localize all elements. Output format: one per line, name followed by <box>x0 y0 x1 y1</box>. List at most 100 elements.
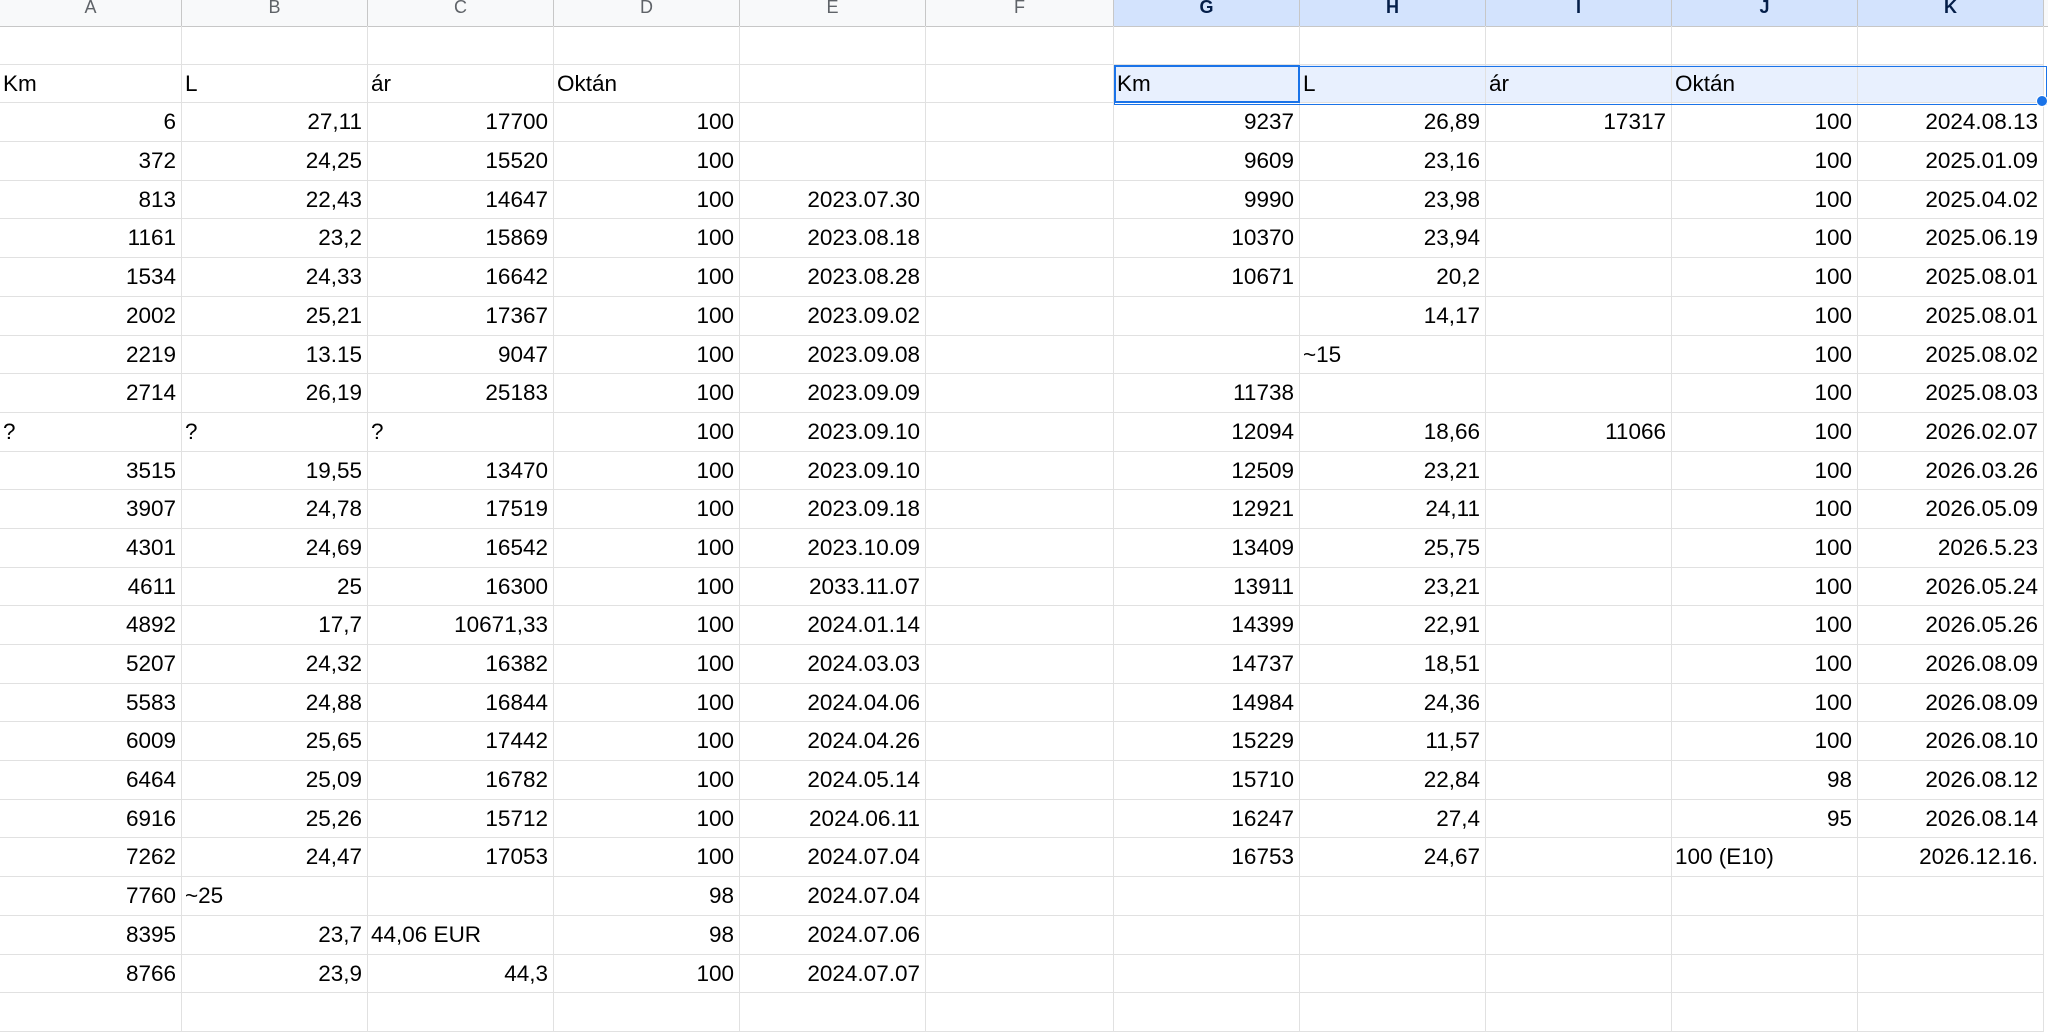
cell-g2[interactable]: Km <box>1114 64 1300 104</box>
cell-i22[interactable] <box>1486 838 1672 878</box>
cell-h13[interactable]: 24,11 <box>1300 490 1486 529</box>
cell-d15[interactable]: 100 <box>554 567 740 607</box>
cell-h15[interactable]: 23,21 <box>1300 567 1486 607</box>
cell-h14[interactable]: 25,75 <box>1300 528 1486 568</box>
cell-k8[interactable]: 2025.08.01 <box>1858 296 2044 336</box>
cell-b24[interactable]: 23,7 <box>182 915 368 955</box>
cell-k19[interactable]: 2026.08.10 <box>1858 722 2044 762</box>
cell-a6[interactable]: 1161 <box>0 219 182 259</box>
cell-a5[interactable]: 813 <box>0 180 182 220</box>
cell-k1[interactable] <box>1858 26 2044 65</box>
cell-c17[interactable]: 16382 <box>368 645 554 684</box>
cell-d7[interactable]: 100 <box>554 258 740 297</box>
cell-b10[interactable]: 26,19 <box>182 374 368 413</box>
cell-b3[interactable]: 27,11 <box>182 103 368 143</box>
cell-g23[interactable] <box>1114 877 1300 916</box>
cell-f20[interactable] <box>926 761 1114 800</box>
cell-d26[interactable] <box>554 993 740 1032</box>
cell-b9[interactable]: 13.15 <box>182 335 368 375</box>
cell-c14[interactable]: 16542 <box>368 528 554 568</box>
cell-e23[interactable]: 2024.07.04 <box>740 877 926 916</box>
cell-a12[interactable]: 3515 <box>0 451 182 491</box>
cell-j13[interactable]: 100 <box>1672 490 1858 529</box>
cell-g26[interactable] <box>1114 993 1300 1032</box>
cell-e10[interactable]: 2023.09.09 <box>740 374 926 413</box>
cell-b4[interactable]: 24,25 <box>182 142 368 181</box>
cell-h5[interactable]: 23,98 <box>1300 180 1486 220</box>
cell-g1[interactable] <box>1114 26 1300 65</box>
cell-f14[interactable] <box>926 528 1114 568</box>
cell-d3[interactable]: 100 <box>554 103 740 143</box>
cell-i18[interactable] <box>1486 683 1672 723</box>
column-header-j[interactable]: J <box>1672 0 1858 26</box>
cell-k4[interactable]: 2025.01.09 <box>1858 142 2044 181</box>
cell-f16[interactable] <box>926 606 1114 645</box>
cell-d14[interactable]: 100 <box>554 528 740 568</box>
cell-a13[interactable]: 3907 <box>0 490 182 529</box>
cell-d4[interactable]: 100 <box>554 142 740 181</box>
cell-j5[interactable]: 100 <box>1672 180 1858 220</box>
cell-c16[interactable]: 10671,33 <box>368 606 554 645</box>
column-header-g[interactable]: G <box>1114 0 1300 26</box>
cell-a19[interactable]: 6009 <box>0 722 182 762</box>
column-header-a[interactable]: A <box>0 0 182 26</box>
cell-d17[interactable]: 100 <box>554 645 740 684</box>
cell-c4[interactable]: 15520 <box>368 142 554 181</box>
column-header-e[interactable]: E <box>740 0 926 26</box>
cell-i4[interactable] <box>1486 142 1672 181</box>
cell-g17[interactable]: 14737 <box>1114 645 1300 684</box>
cell-f25[interactable] <box>926 954 1114 994</box>
cell-h7[interactable]: 20,2 <box>1300 258 1486 297</box>
cell-c20[interactable]: 16782 <box>368 761 554 800</box>
cell-g21[interactable]: 16247 <box>1114 799 1300 839</box>
cell-a8[interactable]: 2002 <box>0 296 182 336</box>
cell-h22[interactable]: 24,67 <box>1300 838 1486 878</box>
cell-a17[interactable]: 5207 <box>0 645 182 684</box>
cell-e16[interactable]: 2024.01.14 <box>740 606 926 645</box>
cell-e17[interactable]: 2024.03.03 <box>740 645 926 684</box>
cell-b1[interactable] <box>182 26 368 65</box>
cell-g22[interactable]: 16753 <box>1114 838 1300 878</box>
cell-i26[interactable] <box>1486 993 1672 1032</box>
cell-d23[interactable]: 98 <box>554 877 740 916</box>
cell-c2[interactable]: ár <box>368 64 554 104</box>
cell-e26[interactable] <box>740 993 926 1032</box>
cell-a21[interactable]: 6916 <box>0 799 182 839</box>
cell-j8[interactable]: 100 <box>1672 296 1858 336</box>
cell-k7[interactable]: 2025.08.01 <box>1858 258 2044 297</box>
cell-c13[interactable]: 17519 <box>368 490 554 529</box>
cell-j14[interactable]: 100 <box>1672 528 1858 568</box>
cell-b26[interactable] <box>182 993 368 1032</box>
column-header-i[interactable]: I <box>1486 0 1672 26</box>
cell-f5[interactable] <box>926 180 1114 220</box>
cell-i3[interactable]: 17317 <box>1486 103 1672 143</box>
cell-b23[interactable]: ~25 <box>182 877 368 916</box>
cell-i20[interactable] <box>1486 761 1672 800</box>
cell-d22[interactable]: 100 <box>554 838 740 878</box>
cell-c22[interactable]: 17053 <box>368 838 554 878</box>
cell-c1[interactable] <box>368 26 554 65</box>
column-header-f[interactable]: F <box>926 0 1114 26</box>
cell-a15[interactable]: 4611 <box>0 567 182 607</box>
cell-f26[interactable] <box>926 993 1114 1032</box>
cell-c7[interactable]: 16642 <box>368 258 554 297</box>
cell-e21[interactable]: 2024.06.11 <box>740 799 926 839</box>
cell-d19[interactable]: 100 <box>554 722 740 762</box>
cell-k14[interactable]: 2026.5.23 <box>1858 528 2044 568</box>
cell-d9[interactable]: 100 <box>554 335 740 375</box>
cell-k2[interactable] <box>1858 64 2048 108</box>
cell-f10[interactable] <box>926 374 1114 413</box>
cell-f17[interactable] <box>926 645 1114 684</box>
cell-g7[interactable]: 10671 <box>1114 258 1300 297</box>
cell-i8[interactable] <box>1486 296 1672 336</box>
cell-k24[interactable] <box>1858 915 2044 955</box>
cell-e4[interactable] <box>740 142 926 181</box>
cell-h17[interactable]: 18,51 <box>1300 645 1486 684</box>
cell-b17[interactable]: 24,32 <box>182 645 368 684</box>
cell-k11[interactable]: 2026.02.07 <box>1858 412 2044 452</box>
cell-e12[interactable]: 2023.09.10 <box>740 451 926 491</box>
cell-h24[interactable] <box>1300 915 1486 955</box>
cell-b21[interactable]: 25,26 <box>182 799 368 839</box>
cell-i1[interactable] <box>1486 26 1672 65</box>
cell-f3[interactable] <box>926 103 1114 143</box>
